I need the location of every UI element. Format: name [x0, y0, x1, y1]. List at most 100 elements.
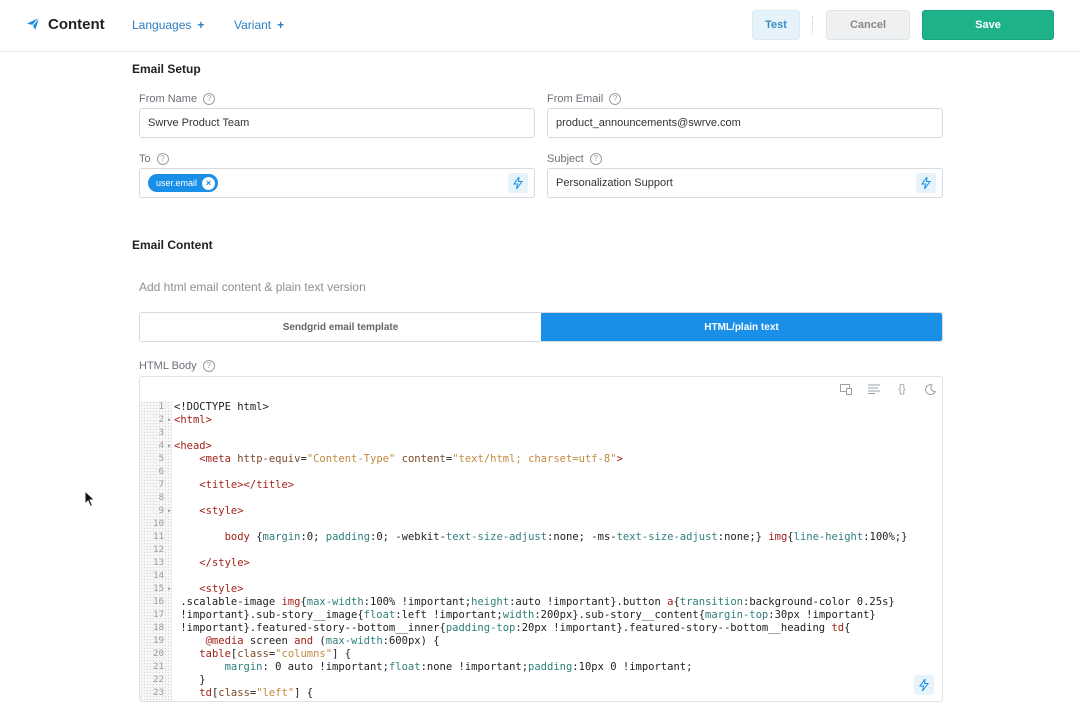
code-line[interactable]: 4 ▾ <head> [140, 440, 942, 453]
code-line[interactable]: 22 } [140, 674, 942, 687]
divider [812, 16, 813, 34]
code-lines: 1 <!DOCTYPE html> 2 ▾ <html> 3 4 ▾ <head> 5 <meta… [140, 401, 942, 700]
code-line[interactable]: 5 <meta http-equiv="Content-Type" conten… [140, 453, 942, 466]
code-line[interactable]: 10 [140, 518, 942, 531]
cancel-button[interactable]: Cancel [826, 10, 910, 40]
remove-chip-icon[interactable]: × [202, 176, 216, 190]
code-line[interactable]: 8 [140, 492, 942, 505]
format-icon[interactable] [866, 381, 882, 397]
line-number: 14 [153, 571, 164, 581]
code-line[interactable]: 14 [140, 570, 942, 583]
code-line[interactable]: 13 </style> [140, 557, 942, 570]
fold-arrow-icon[interactable]: ▾ [164, 414, 174, 427]
code-line[interactable]: 21 margin: 0 auto !important;float:none … [140, 661, 942, 674]
code-line[interactable]: 7 <title></title> [140, 479, 942, 492]
help-icon[interactable]: ? [609, 93, 622, 105]
variant-link[interactable]: Variant + [234, 18, 284, 32]
line-number: 15 [153, 584, 164, 594]
to-input[interactable]: user.email × [139, 168, 535, 198]
code-text: <!DOCTYPE html> [174, 401, 269, 413]
test-button[interactable]: Test [752, 10, 800, 40]
code-text: <style> [199, 505, 244, 517]
lightning-icon [919, 679, 929, 691]
moon-icon[interactable] [922, 381, 938, 397]
code-line[interactable]: 19 @media screen and (max-width:600px) { [140, 635, 942, 648]
subject-label: Subject ? [547, 153, 602, 165]
code-line[interactable]: 1 <!DOCTYPE html> [140, 401, 942, 414]
help-icon[interactable]: ? [156, 153, 169, 165]
plus-icon: + [277, 18, 285, 32]
code-line[interactable]: 12 [140, 544, 942, 557]
code-line[interactable]: 23 td[class="left"] { [140, 687, 942, 700]
code-line[interactable]: 17 !important}.sub-story__image{float:le… [140, 609, 942, 622]
from-email-input[interactable]: product_announcements@swrve.com [547, 108, 943, 138]
tab-html-plain-text[interactable]: HTML/plain text [541, 313, 942, 341]
fold-arrow-icon[interactable]: ▾ [164, 583, 174, 596]
line-number: 19 [153, 636, 164, 646]
code-area[interactable]: 1 <!DOCTYPE html> 2 ▾ <html> 3 4 ▾ <head> 5 <meta… [140, 401, 942, 701]
editor-toolbar: {} [838, 381, 938, 397]
personalization-button[interactable] [508, 173, 528, 193]
code-text: body {margin:0; padding:0; -webkit-text-… [224, 531, 908, 543]
code-text: !important}.featured-story--bottom__inne… [174, 622, 851, 634]
html-body-label-text: HTML Body [139, 360, 197, 372]
line-number: 6 [158, 467, 164, 477]
code-line[interactable]: 3 [140, 427, 942, 440]
from-name-value: Swrve Product Team [148, 117, 250, 129]
line-number: 11 [153, 532, 164, 542]
subject-input[interactable]: Personalization Support [547, 168, 943, 198]
code-line[interactable]: 2 ▾ <html> [140, 414, 942, 427]
tab-sendgrid-template[interactable]: Sendgrid email template [140, 313, 541, 341]
from-email-value: product_announcements@swrve.com [556, 117, 741, 129]
personalization-button[interactable] [914, 675, 934, 695]
line-number: 3 [158, 428, 164, 438]
line-number: 4 [158, 441, 164, 451]
line-number: 18 [153, 623, 164, 633]
help-icon[interactable]: ? [589, 153, 602, 165]
line-number: 9 [158, 506, 164, 516]
code-line[interactable]: 18 !important}.featured-story--bottom__i… [140, 622, 942, 635]
code-line[interactable]: 9 ▾ <style> [140, 505, 942, 518]
code-text: <html> [174, 414, 212, 426]
preview-icon[interactable] [838, 381, 854, 397]
recipient-chip[interactable]: user.email × [148, 174, 219, 192]
line-number: 5 [158, 454, 164, 464]
help-icon[interactable]: ? [203, 93, 216, 105]
personalization-button[interactable] [916, 173, 936, 193]
code-text: <head> [174, 440, 212, 452]
from-email-label-text: From Email [547, 93, 604, 105]
lightning-icon [513, 177, 523, 189]
from-name-label: From Name ? [139, 93, 216, 105]
from-name-input[interactable]: Swrve Product Team [139, 108, 535, 138]
html-code-editor[interactable]: {} 1 <!DOCTYPE html> 2 ▾ <html> 3 4 ▾ <head> 5 <m… [139, 376, 943, 702]
code-line[interactable]: 6 [140, 466, 942, 479]
code-line[interactable]: 15 ▾ <style> [140, 583, 942, 596]
line-number: 1 [158, 402, 164, 412]
email-setup-heading: Email Setup [132, 62, 201, 76]
to-label: To ? [139, 153, 169, 165]
code-line[interactable]: 16 .scalable-image img{max-width:100% !i… [140, 596, 942, 609]
fold-arrow-icon[interactable]: ▾ [164, 440, 174, 453]
fold-arrow-icon[interactable]: ▾ [164, 505, 174, 518]
variant-label: Variant [234, 18, 272, 32]
help-icon[interactable]: ? [202, 360, 215, 372]
code-text: <title></title> [199, 479, 295, 491]
code-line[interactable]: 20 table[class="columns"] { [140, 648, 942, 661]
code-line[interactable]: 11 body {margin:0; padding:0; -webkit-te… [140, 531, 942, 544]
braces-icon[interactable]: {} [894, 381, 910, 397]
save-button[interactable]: Save [922, 10, 1054, 40]
languages-link[interactable]: Languages + [132, 18, 204, 32]
code-text: margin: 0 auto !important;float:none !im… [224, 661, 693, 673]
line-number: 22 [153, 675, 164, 685]
